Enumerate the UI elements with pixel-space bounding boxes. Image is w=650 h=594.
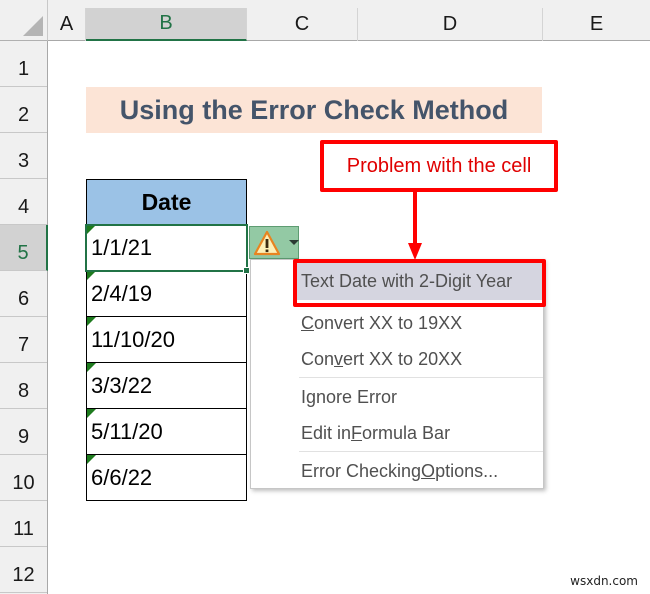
row-header-12[interactable]: 12 [0,547,47,593]
title-banner[interactable]: Using the Error Check Method [86,87,542,133]
cell-value: 5/11/20 [91,418,163,444]
callout-arrow-shaft [413,192,417,244]
error-indicator-icon [87,455,96,464]
table-cell[interactable]: 11/10/20 [86,317,247,363]
menu-item-label: Ignore Error [301,387,398,407]
row-header-10[interactable]: 10 [0,455,47,501]
warning-icon [253,230,281,256]
row-header-11[interactable]: 11 [0,501,47,547]
error-indicator-icon [87,225,96,234]
menu-item-error-checking-options[interactable]: Error Checking Options... [299,453,543,490]
error-indicator-icon [87,363,96,372]
watermark: wsxdn.com [570,574,638,588]
menu-item-edit-in-formula-bar[interactable]: Edit in Formula Bar [299,415,543,452]
error-check-smart-tag-button[interactable] [249,226,299,259]
menu-item-ignore-error[interactable]: Ignore Error [299,379,543,416]
date-table: Date 1/1/21 2/4/19 11/10/20 3/3/22 5/11/20 6/… [86,179,247,501]
row-header-bar: 1 2 3 4 5 6 7 8 9 10 11 12 [0,41,48,594]
row-header-9[interactable]: 9 [0,409,47,455]
cell-value: 11/10/20 [91,326,176,352]
row-header-7[interactable]: 7 [0,317,47,363]
row-header-4[interactable]: 4 [0,179,47,225]
row-header-6[interactable]: 6 [0,271,47,317]
menu-item-text-date-with-2-digit-year: Text Date with 2-Digit Year [295,263,545,300]
error-check-menu: Text Date with 2-Digit Year Convert XX to… [250,259,545,490]
row-header-1[interactable]: 1 [0,41,47,87]
menu-item-convert-xx-to-20xx[interactable]: Con v ert XX to 20XX [299,341,543,378]
column-header-e[interactable]: E [543,8,650,41]
menu-item-accelerator: C [301,313,314,333]
column-header-a[interactable]: A [48,8,86,41]
table-cell[interactable]: 2/4/19 [86,271,247,317]
table-header-date[interactable]: Date [86,179,247,225]
cell-value: 2/4/19 [91,280,153,306]
select-all-button[interactable] [0,0,48,41]
menu-item-label: Edit in [301,423,352,443]
cell-value: 6/6/22 [91,464,153,490]
menu-item-label: ert XX to 20XX [343,349,463,369]
menu-item-label: Con [301,349,335,369]
cell-value: 3/3/22 [91,372,153,398]
menu-item-label: Text Date with 2-Digit Year [301,271,513,291]
menu-item-accelerator: O [421,461,436,481]
menu-item-label: onvert XX to 19XX [314,313,463,333]
column-header-d[interactable]: D [358,8,543,41]
column-header-b[interactable]: B [86,8,247,41]
row-header-2[interactable]: 2 [0,87,47,133]
menu-item-accelerator: F [351,423,363,443]
table-cell[interactable]: 5/11/20 [86,409,247,455]
callout-box: Problem with the cell [320,140,558,192]
row-header-8[interactable]: 8 [0,363,47,409]
row-header-5[interactable]: 5 [0,225,48,271]
fill-handle[interactable] [243,267,250,274]
menu-item-label: Error Checking [301,461,422,481]
cell-value: 1/1/21 [91,234,153,260]
callout-text: Problem with the cell [346,154,532,177]
row-header-3[interactable]: 3 [0,133,47,179]
menu-item-label: ormula Bar [362,423,451,443]
select-all-triangle-icon [23,16,43,36]
column-header-c[interactable]: C [247,8,358,41]
chevron-down-icon[interactable] [289,240,299,245]
callout-arrow-head-icon [408,243,422,260]
table-cell[interactable]: 1/1/21 [86,225,247,271]
error-indicator-icon [87,409,96,418]
error-indicator-icon [87,271,96,280]
column-header-bar: A B C D E [48,0,650,41]
table-cell[interactable]: 6/6/22 [86,455,247,501]
menu-item-convert-xx-to-19xx[interactable]: Convert XX to 19XX [299,305,543,342]
page-title: Using the Error Check Method [119,94,509,125]
menu-item-label: ptions... [435,461,499,481]
table-cell[interactable]: 3/3/22 [86,363,247,409]
error-indicator-icon [87,317,96,326]
menu-item-accelerator: v [334,349,344,369]
